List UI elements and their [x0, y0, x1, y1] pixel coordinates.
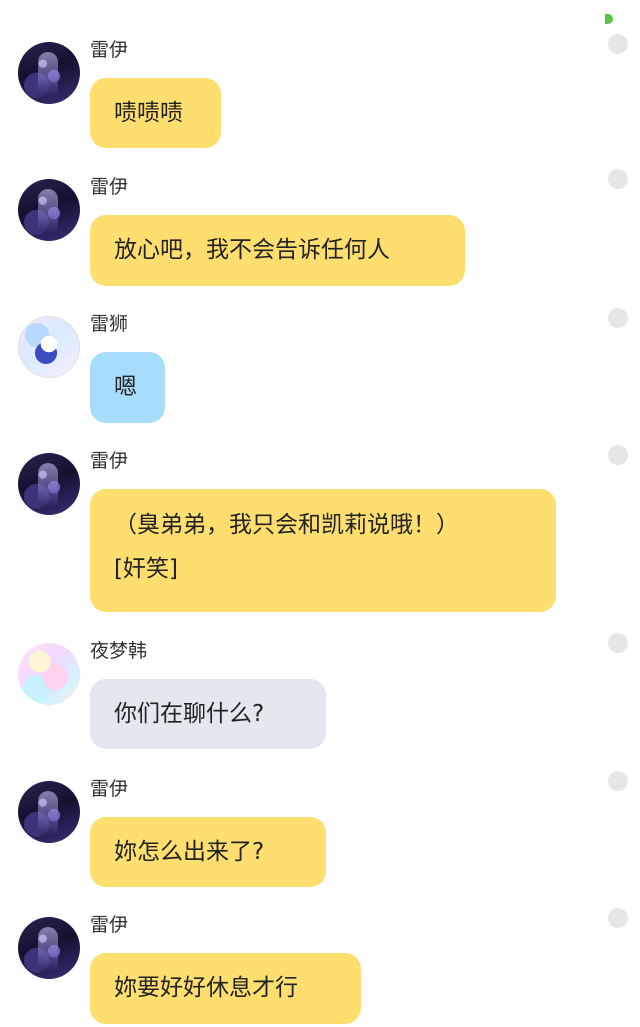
- avatar[interactable]: [18, 643, 80, 705]
- message-status-dot: [608, 308, 628, 328]
- sender-name: 夜梦韩: [90, 640, 148, 662]
- message-text: 你们在聊什么?: [114, 701, 265, 727]
- message-status-dot: [608, 445, 628, 465]
- message-bubble[interactable]: 你们在聊什么?: [90, 679, 326, 749]
- sender-name: 雷伊: [90, 914, 129, 936]
- sender-name: 雷狮: [90, 313, 129, 335]
- sender-name: 雷伊: [90, 176, 129, 198]
- message-text: （臭弟弟，我只会和凯莉说哦！）: [114, 512, 459, 538]
- message-text: [奸笑]: [114, 556, 178, 582]
- avatar[interactable]: [18, 316, 80, 378]
- message-status-dot: [608, 771, 628, 791]
- avatar[interactable]: [18, 781, 80, 843]
- avatar[interactable]: [18, 179, 80, 241]
- avatar[interactable]: [18, 453, 80, 515]
- message-bubble[interactable]: （臭弟弟，我只会和凯莉说哦！） [奸笑]: [90, 489, 556, 612]
- message-status-dot: [608, 908, 628, 928]
- message-text: 放心吧，我不会告诉任何人: [114, 237, 390, 263]
- message-status-dot: [608, 169, 628, 189]
- online-status-indicator: [605, 14, 613, 24]
- message-text: 嗯: [114, 374, 137, 400]
- message-text: 妳要好好休息才行: [114, 975, 298, 1001]
- avatar[interactable]: [18, 917, 80, 979]
- chat-thread: 雷伊 啧啧啧 雷伊 放心吧，我不会告诉任何人 雷狮 嗯 雷伊 （臭弟弟，我只会和…: [0, 0, 640, 1027]
- message-status-dot: [608, 34, 628, 54]
- message-bubble[interactable]: 放心吧，我不会告诉任何人: [90, 215, 465, 286]
- message-bubble[interactable]: 妳怎么出来了?: [90, 817, 326, 887]
- message-bubble[interactable]: 妳要好好休息才行: [90, 953, 361, 1024]
- message-status-dot: [608, 633, 628, 653]
- message-text: 妳怎么出来了?: [114, 839, 265, 865]
- message-bubble[interactable]: 嗯: [90, 352, 165, 423]
- message-bubble[interactable]: 啧啧啧: [90, 78, 221, 148]
- sender-name: 雷伊: [90, 778, 129, 800]
- sender-name: 雷伊: [90, 39, 129, 61]
- sender-name: 雷伊: [90, 450, 129, 472]
- message-text: 啧啧啧: [114, 100, 183, 126]
- avatar[interactable]: [18, 42, 80, 104]
